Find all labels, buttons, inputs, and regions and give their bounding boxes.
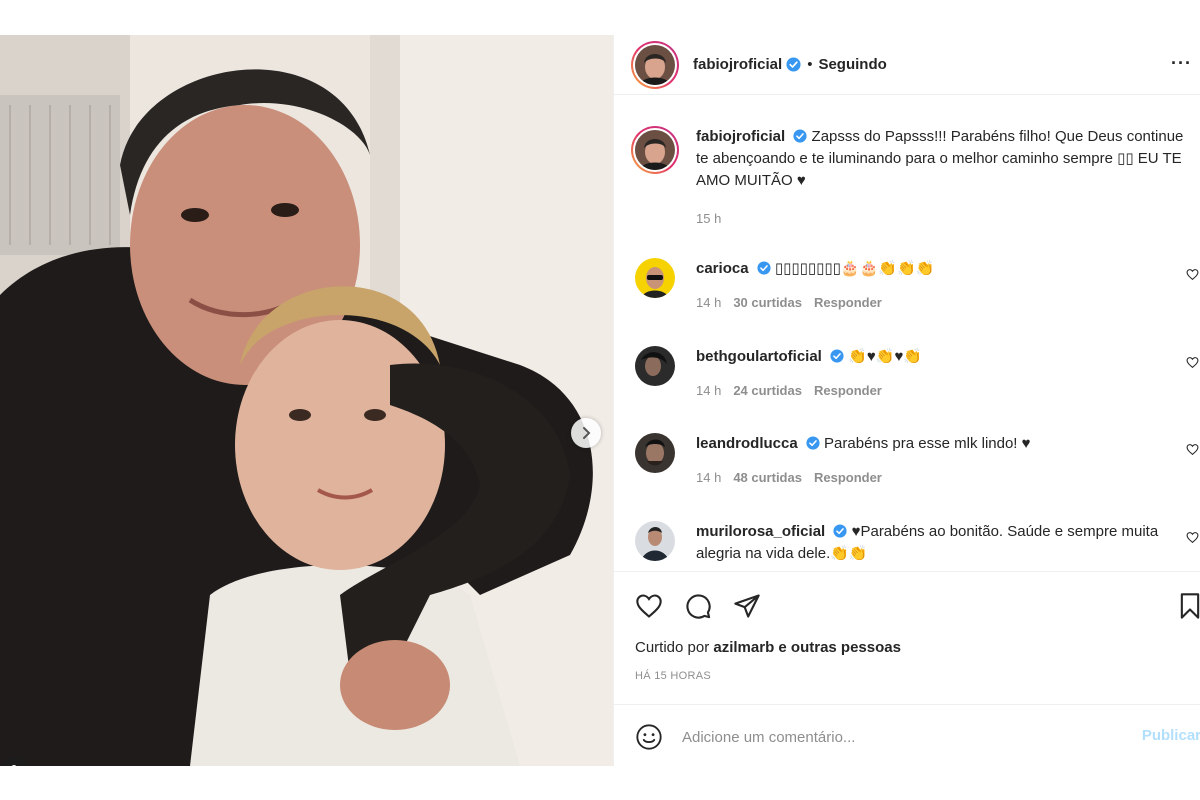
post-header: fabiojroficial • Seguindo ··· bbox=[614, 35, 1200, 95]
reply-button[interactable]: Responder bbox=[814, 380, 882, 402]
comments-list: fabiojroficial Zapsss do Papsss!!! Parab… bbox=[614, 96, 1200, 571]
like-comment-heart-icon[interactable] bbox=[1186, 531, 1199, 544]
user-icon bbox=[11, 765, 17, 766]
commenter-username[interactable]: carioca bbox=[696, 260, 749, 277]
commenter-avatar[interactable] bbox=[635, 521, 675, 561]
author-avatar[interactable] bbox=[631, 40, 679, 89]
comment-likes[interactable]: 30 curtidas bbox=[733, 292, 802, 314]
avatar-image bbox=[635, 433, 675, 473]
verified-badge-icon bbox=[793, 129, 807, 143]
verified-badge-icon bbox=[806, 436, 820, 450]
emoji-icon[interactable] bbox=[635, 723, 663, 751]
avatar-image bbox=[635, 130, 675, 170]
post-details-panel: fabiojroficial • Seguindo ··· fabiojrofi… bbox=[613, 35, 1200, 766]
comment-likes[interactable]: 48 curtidas bbox=[733, 467, 802, 489]
reply-button[interactable]: Responder bbox=[814, 292, 882, 314]
caption-body: fabiojroficial Zapsss do Papsss!!! Parab… bbox=[696, 126, 1186, 230]
like-comment-heart-icon[interactable] bbox=[1186, 268, 1199, 281]
likes-summary: Curtido por azilmarb e outras pessoas bbox=[635, 639, 901, 656]
comment-text: Parabéns pra esse mlk lindo! ♥ bbox=[824, 435, 1031, 452]
comment-time: 14 h bbox=[696, 383, 722, 398]
save-bookmark-icon[interactable] bbox=[1176, 592, 1200, 620]
post-photo[interactable] bbox=[0, 35, 613, 766]
like-comment-heart-icon[interactable] bbox=[1186, 443, 1199, 456]
instagram-post-view: fabiojroficial • Seguindo ··· fabiojrofi… bbox=[0, 0, 1200, 800]
share-send-icon[interactable] bbox=[733, 592, 761, 620]
comment-time: 14 h bbox=[696, 295, 722, 310]
photo-image bbox=[0, 35, 613, 766]
likes-prefix: Curtido por bbox=[635, 639, 710, 656]
comment-item: murilorosa_oficial ♥Parabéns ao bonitão.… bbox=[631, 521, 1199, 565]
comment-likes[interactable]: 24 curtidas bbox=[733, 380, 802, 402]
caption-username[interactable]: fabiojroficial bbox=[696, 128, 785, 145]
avatar-image bbox=[635, 44, 675, 85]
commenter-username[interactable]: leandrodlucca bbox=[696, 435, 798, 452]
comment-text: 👏♥👏♥👏 bbox=[848, 348, 923, 365]
like-heart-icon[interactable] bbox=[635, 592, 663, 620]
caption-time: 15 h bbox=[696, 211, 722, 226]
likes-user[interactable]: azilmarb bbox=[713, 639, 774, 656]
chevron-right-icon bbox=[583, 427, 591, 439]
publish-button[interactable]: Publicar bbox=[1142, 727, 1200, 744]
avatar-image bbox=[635, 521, 675, 561]
post-timestamp: HÁ 15 HORAS bbox=[635, 670, 712, 682]
verified-badge-icon bbox=[833, 524, 847, 538]
caption-avatar[interactable] bbox=[631, 126, 679, 174]
comment-text: ▯▯▯▯▯▯▯▯🎂🎂👏👏👏 bbox=[774, 260, 935, 277]
avatar-image bbox=[635, 258, 675, 298]
more-options-button[interactable]: ··· bbox=[1171, 53, 1192, 74]
likes-others[interactable]: e outras pessoas bbox=[778, 639, 901, 656]
comment-input[interactable] bbox=[682, 723, 1102, 751]
verified-badge-icon bbox=[757, 261, 771, 275]
commenter-avatar[interactable] bbox=[635, 433, 675, 473]
add-comment-bar: Publicar bbox=[614, 704, 1200, 766]
next-photo-button[interactable] bbox=[571, 418, 601, 448]
comment-item: carioca ▯▯▯▯▯▯▯▯🎂🎂👏👏👏 14 h 30 curtidas R… bbox=[631, 258, 1199, 314]
following-button[interactable]: Seguindo bbox=[818, 56, 886, 73]
commenter-username[interactable]: bethgoulartoficial bbox=[696, 348, 822, 365]
verified-badge-icon bbox=[830, 349, 844, 363]
post-actions-bar bbox=[614, 571, 1200, 635]
commenter-username[interactable]: murilorosa_oficial bbox=[696, 523, 825, 540]
commenter-avatar[interactable] bbox=[635, 346, 675, 386]
comment-item: bethgoulartoficial 👏♥👏♥👏 14 h 24 curtida… bbox=[631, 346, 1199, 402]
reply-button[interactable]: Responder bbox=[814, 467, 882, 489]
comment-item: leandrodlucca Parabéns pra esse mlk lind… bbox=[631, 433, 1199, 489]
comment-time: 14 h bbox=[696, 470, 722, 485]
commenter-avatar[interactable] bbox=[635, 258, 675, 298]
like-comment-heart-icon[interactable] bbox=[1186, 356, 1199, 369]
comment-bubble-icon[interactable] bbox=[684, 592, 712, 620]
verified-badge-icon bbox=[786, 57, 801, 72]
author-username[interactable]: fabiojroficial bbox=[693, 56, 782, 73]
avatar-image bbox=[635, 346, 675, 386]
header-separator: • bbox=[807, 56, 813, 73]
caption: fabiojroficial Zapsss do Papsss!!! Parab… bbox=[631, 126, 1191, 230]
